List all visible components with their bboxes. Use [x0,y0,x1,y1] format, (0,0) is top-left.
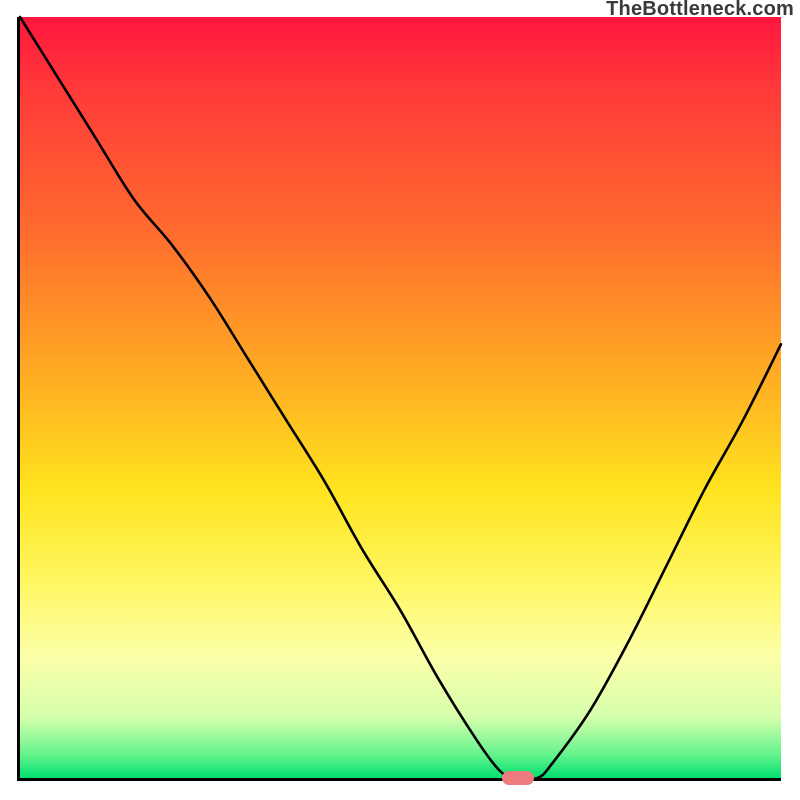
bottleneck-curve [20,17,781,778]
optimum-marker [502,771,534,785]
plot-area [17,17,781,781]
chart-stage: TheBottleneck.com [0,0,800,800]
watermark-label: TheBottleneck.com [606,0,794,21]
